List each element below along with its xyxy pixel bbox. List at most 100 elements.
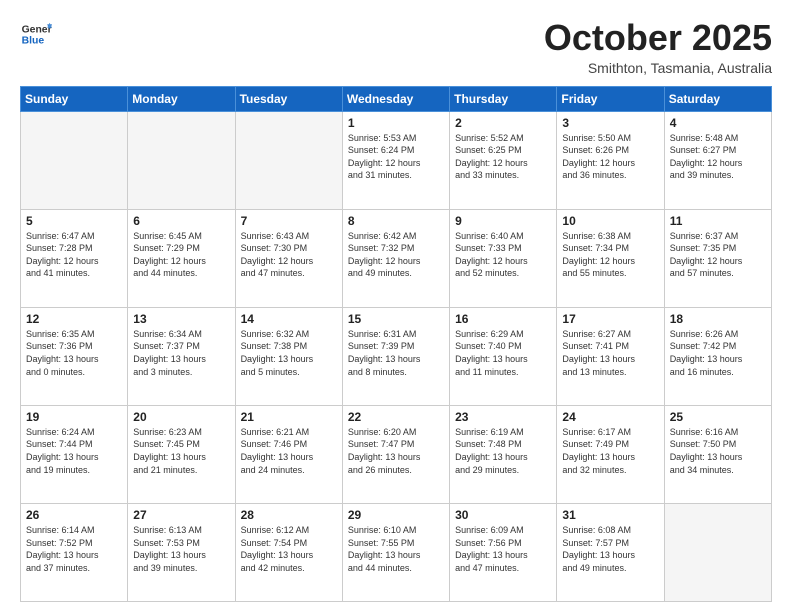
header: General Blue October 2025 Smithton, Tasm… xyxy=(20,18,772,76)
day-number: 23 xyxy=(455,410,551,424)
calendar-cell xyxy=(21,111,128,209)
calendar-week-4: 19Sunrise: 6:24 AM Sunset: 7:44 PM Dayli… xyxy=(21,405,772,503)
day-number: 21 xyxy=(241,410,337,424)
day-info: Sunrise: 5:52 AM Sunset: 6:25 PM Dayligh… xyxy=(455,132,551,182)
day-number: 7 xyxy=(241,214,337,228)
calendar-week-1: 1 Sunrise: 5:53 AM Sunset: 6:24 PM Daylig… xyxy=(21,111,772,209)
day-info: Sunrise: 6:40 AM Sunset: 7:33 PM Dayligh… xyxy=(455,230,551,280)
day-info: Sunrise: 6:32 AM Sunset: 7:38 PM Dayligh… xyxy=(241,328,337,378)
day-info: Sunrise: 5:53 AM Sunset: 6:24 PM Dayligh… xyxy=(348,132,444,182)
calendar-cell: 12Sunrise: 6:35 AM Sunset: 7:36 PM Dayli… xyxy=(21,307,128,405)
calendar-cell: 29 Sunrise: 6:10 AM Sunset: 7:55 PM Dayli… xyxy=(342,503,449,601)
day-info: Sunrise: 6:27 AM Sunset: 7:41 PM Dayligh… xyxy=(562,328,658,378)
day-info: Sunrise: 6:08 AM Sunset: 7:57 PM Dayligh… xyxy=(562,524,658,574)
header-wednesday: Wednesday xyxy=(342,86,449,111)
logo-icon: General Blue xyxy=(20,18,52,50)
calendar-cell: 13 Sunrise: 6:34 AM Sunset: 7:37 PM Dayli… xyxy=(128,307,235,405)
header-tuesday: Tuesday xyxy=(235,86,342,111)
calendar-cell: 17 Sunrise: 6:27 AM Sunset: 7:41 PM Dayli… xyxy=(557,307,664,405)
calendar-week-3: 12Sunrise: 6:35 AM Sunset: 7:36 PM Dayli… xyxy=(21,307,772,405)
calendar-cell xyxy=(128,111,235,209)
calendar-cell: 27 Sunrise: 6:13 AM Sunset: 7:53 PM Dayli… xyxy=(128,503,235,601)
header-friday: Friday xyxy=(557,86,664,111)
day-number: 17 xyxy=(562,312,658,326)
calendar-cell: 18 Sunrise: 6:26 AM Sunset: 7:42 PM Dayli… xyxy=(664,307,771,405)
day-number: 3 xyxy=(562,116,658,130)
day-info: Sunrise: 6:42 AM Sunset: 7:32 PM Dayligh… xyxy=(348,230,444,280)
day-info: Sunrise: 6:43 AM Sunset: 7:30 PM Dayligh… xyxy=(241,230,337,280)
calendar-week-2: 5 Sunrise: 6:47 AM Sunset: 7:28 PM Daylig… xyxy=(21,209,772,307)
calendar-cell: 19Sunrise: 6:24 AM Sunset: 7:44 PM Dayli… xyxy=(21,405,128,503)
day-number: 31 xyxy=(562,508,658,522)
calendar-cell: 9 Sunrise: 6:40 AM Sunset: 7:33 PM Daylig… xyxy=(450,209,557,307)
day-info: Sunrise: 6:23 AM Sunset: 7:45 PM Dayligh… xyxy=(133,426,229,476)
day-info: Sunrise: 6:38 AM Sunset: 7:34 PM Dayligh… xyxy=(562,230,658,280)
calendar-cell: 16 Sunrise: 6:29 AM Sunset: 7:40 PM Dayli… xyxy=(450,307,557,405)
calendar-cell: 11 Sunrise: 6:37 AM Sunset: 7:35 PM Dayli… xyxy=(664,209,771,307)
day-number: 8 xyxy=(348,214,444,228)
calendar-cell: 7 Sunrise: 6:43 AM Sunset: 7:30 PM Daylig… xyxy=(235,209,342,307)
logo: General Blue xyxy=(20,18,52,50)
day-info: Sunrise: 6:21 AM Sunset: 7:46 PM Dayligh… xyxy=(241,426,337,476)
calendar-cell xyxy=(235,111,342,209)
day-number: 28 xyxy=(241,508,337,522)
day-number: 6 xyxy=(133,214,229,228)
day-info: Sunrise: 5:50 AM Sunset: 6:26 PM Dayligh… xyxy=(562,132,658,182)
calendar-cell: 31 Sunrise: 6:08 AM Sunset: 7:57 PM Dayli… xyxy=(557,503,664,601)
day-info: Sunrise: 6:47 AM Sunset: 7:28 PM Dayligh… xyxy=(26,230,122,280)
day-number: 26 xyxy=(26,508,122,522)
day-number: 25 xyxy=(670,410,766,424)
day-info: Sunrise: 6:09 AM Sunset: 7:56 PM Dayligh… xyxy=(455,524,551,574)
day-number: 4 xyxy=(670,116,766,130)
calendar-cell: 24 Sunrise: 6:17 AM Sunset: 7:49 PM Dayli… xyxy=(557,405,664,503)
day-info: Sunrise: 6:17 AM Sunset: 7:49 PM Dayligh… xyxy=(562,426,658,476)
day-number: 18 xyxy=(670,312,766,326)
day-number: 2 xyxy=(455,116,551,130)
day-number: 29 xyxy=(348,508,444,522)
day-info: Sunrise: 6:37 AM Sunset: 7:35 PM Dayligh… xyxy=(670,230,766,280)
day-number: 9 xyxy=(455,214,551,228)
day-info: Sunrise: 6:29 AM Sunset: 7:40 PM Dayligh… xyxy=(455,328,551,378)
day-info: Sunrise: 5:48 AM Sunset: 6:27 PM Dayligh… xyxy=(670,132,766,182)
day-info: Sunrise: 6:26 AM Sunset: 7:42 PM Dayligh… xyxy=(670,328,766,378)
day-info: Sunrise: 6:13 AM Sunset: 7:53 PM Dayligh… xyxy=(133,524,229,574)
calendar-cell xyxy=(664,503,771,601)
calendar-cell: 10 Sunrise: 6:38 AM Sunset: 7:34 PM Dayli… xyxy=(557,209,664,307)
calendar-cell: 20Sunrise: 6:23 AM Sunset: 7:45 PM Dayli… xyxy=(128,405,235,503)
calendar-cell: 21 Sunrise: 6:21 AM Sunset: 7:46 PM Dayli… xyxy=(235,405,342,503)
header-monday: Monday xyxy=(128,86,235,111)
header-saturday: Saturday xyxy=(664,86,771,111)
calendar-cell: 4 Sunrise: 5:48 AM Sunset: 6:27 PM Daylig… xyxy=(664,111,771,209)
day-info: Sunrise: 6:10 AM Sunset: 7:55 PM Dayligh… xyxy=(348,524,444,574)
title-block: October 2025 Smithton, Tasmania, Austral… xyxy=(544,18,772,76)
svg-text:Blue: Blue xyxy=(22,36,45,47)
day-number: 5 xyxy=(26,214,122,228)
calendar-cell: 30Sunrise: 6:09 AM Sunset: 7:56 PM Dayli… xyxy=(450,503,557,601)
month-title: October 2025 xyxy=(544,18,772,58)
day-number: 1 xyxy=(348,116,444,130)
calendar-cell: 25Sunrise: 6:16 AM Sunset: 7:50 PM Dayli… xyxy=(664,405,771,503)
calendar-header-row: Sunday Monday Tuesday Wednesday Thursday… xyxy=(21,86,772,111)
location: Smithton, Tasmania, Australia xyxy=(544,60,772,76)
calendar-cell: 2 Sunrise: 5:52 AM Sunset: 6:25 PM Daylig… xyxy=(450,111,557,209)
day-number: 16 xyxy=(455,312,551,326)
header-thursday: Thursday xyxy=(450,86,557,111)
day-number: 14 xyxy=(241,312,337,326)
day-info: Sunrise: 6:34 AM Sunset: 7:37 PM Dayligh… xyxy=(133,328,229,378)
day-info: Sunrise: 6:31 AM Sunset: 7:39 PM Dayligh… xyxy=(348,328,444,378)
day-number: 27 xyxy=(133,508,229,522)
day-number: 24 xyxy=(562,410,658,424)
calendar-cell: 26Sunrise: 6:14 AM Sunset: 7:52 PM Dayli… xyxy=(21,503,128,601)
day-info: Sunrise: 6:19 AM Sunset: 7:48 PM Dayligh… xyxy=(455,426,551,476)
calendar-cell: 23 Sunrise: 6:19 AM Sunset: 7:48 PM Dayli… xyxy=(450,405,557,503)
calendar-cell: 14 Sunrise: 6:32 AM Sunset: 7:38 PM Dayli… xyxy=(235,307,342,405)
calendar-cell: 8 Sunrise: 6:42 AM Sunset: 7:32 PM Daylig… xyxy=(342,209,449,307)
calendar-cell: 6Sunrise: 6:45 AM Sunset: 7:29 PM Daylig… xyxy=(128,209,235,307)
day-number: 11 xyxy=(670,214,766,228)
day-number: 13 xyxy=(133,312,229,326)
day-number: 15 xyxy=(348,312,444,326)
day-number: 10 xyxy=(562,214,658,228)
day-info: Sunrise: 6:35 AM Sunset: 7:36 PM Dayligh… xyxy=(26,328,122,378)
day-number: 22 xyxy=(348,410,444,424)
calendar-week-5: 26Sunrise: 6:14 AM Sunset: 7:52 PM Dayli… xyxy=(21,503,772,601)
